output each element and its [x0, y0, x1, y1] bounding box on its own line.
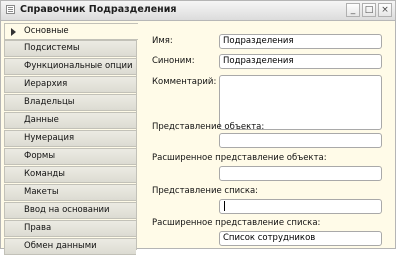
sidebar-item-numbering[interactable]: Нумерация	[4, 130, 136, 147]
content-divider	[136, 23, 137, 250]
list-representation-label: Представление списка:	[152, 186, 259, 196]
extended-list-representation-label: Расширенное представление списка:	[152, 218, 321, 228]
sidebar-item-label: Макеты	[24, 187, 59, 197]
title-bar[interactable]: Справочник Подразделения _ □ ×	[1, 1, 395, 21]
sidebar-item-input-by-basis[interactable]: Ввод на основании	[4, 202, 136, 219]
arrow-right-icon	[11, 28, 16, 36]
sidebar-item-label: Иерархия	[24, 79, 68, 89]
object-representation-field[interactable]	[219, 133, 382, 148]
sidebar-item-main[interactable]: Основные	[4, 23, 138, 40]
minimize-button[interactable]: _	[346, 3, 360, 17]
close-button[interactable]: ×	[378, 3, 392, 17]
text-caret	[224, 200, 225, 211]
sidebar-item-owners[interactable]: Владельцы	[4, 94, 136, 111]
sidebar-item-label: Команды	[24, 169, 66, 179]
sidebar-item-subsystems[interactable]: Подсистемы	[4, 40, 136, 57]
catalog-icon	[6, 5, 15, 14]
sidebar-item-label: Данные	[24, 115, 59, 125]
sidebar-item-functional-options[interactable]: Функциональные опции	[4, 58, 136, 75]
sidebar-item-forms[interactable]: Формы	[4, 148, 136, 165]
maximize-button[interactable]: □	[362, 3, 376, 17]
sidebar-item-label: Подсистемы	[24, 43, 80, 53]
sidebar-item-hierarchy[interactable]: Иерархия	[4, 76, 136, 93]
synonym-field[interactable]: Подразделения	[219, 54, 382, 69]
extended-list-representation-field[interactable]: Список сотрудников	[219, 231, 382, 246]
sidebar-item-label: Обмен данными	[24, 241, 97, 251]
sidebar-item-commands[interactable]: Команды	[4, 166, 136, 183]
extended-object-representation-field[interactable]	[219, 166, 382, 181]
sidebar-item-label: Ввод на основании	[24, 205, 110, 215]
sidebar-item-rights[interactable]: Права	[4, 220, 136, 237]
sidebar-item-templates[interactable]: Макеты	[4, 184, 136, 201]
sidebar-item-label: Права	[24, 223, 52, 233]
sidebar-item-label: Функциональные опции	[24, 61, 133, 71]
extended-object-representation-label: Расширенное представление объекта:	[152, 153, 327, 163]
window-title: Справочник Подразделения	[20, 4, 177, 15]
object-representation-label: Представление объекта:	[152, 122, 265, 132]
sidebar-item-label: Владельцы	[24, 97, 75, 107]
sidebar-item-label: Основные	[24, 26, 69, 36]
sidebar: Основные Подсистемы Функциональные опции…	[4, 23, 138, 255]
name-label: Имя:	[152, 36, 173, 46]
sidebar-item-data-exchange[interactable]: Обмен данными	[4, 238, 136, 255]
comment-label: Комментарий:	[152, 77, 217, 87]
list-representation-field[interactable]	[219, 199, 382, 214]
catalog-window: Справочник Подразделения _ □ × Основные …	[0, 0, 396, 255]
sidebar-item-data[interactable]: Данные	[4, 112, 136, 129]
sidebar-item-label: Нумерация	[24, 133, 75, 143]
name-field[interactable]: Подразделения	[219, 34, 382, 49]
sidebar-item-label: Формы	[24, 151, 56, 161]
synonym-label: Синоним:	[152, 56, 195, 66]
